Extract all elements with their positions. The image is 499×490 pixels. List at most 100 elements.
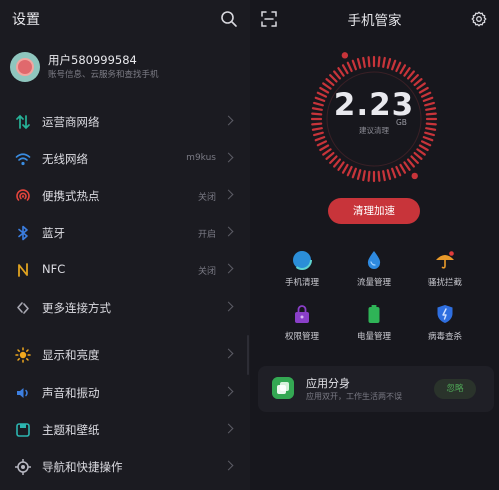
gauge-tick	[386, 169, 392, 180]
nfc-icon	[18, 263, 28, 277]
gauge-tick	[346, 61, 353, 73]
tool-label: 骚扰拦截	[427, 278, 462, 288]
tool-phone-clean[interactable]: 手机清理	[272, 250, 332, 290]
gauge-tick	[399, 163, 407, 174]
gauge-unit: GB	[396, 118, 407, 127]
tool-label: 病毒查杀	[427, 332, 462, 342]
scrollbar[interactable]	[247, 335, 249, 375]
gauge-tick	[325, 151, 335, 160]
settings-item-label: NFC	[42, 262, 66, 276]
brightness-icon	[15, 347, 31, 363]
spam-block-icon	[436, 251, 454, 269]
search-icon[interactable]	[220, 10, 238, 28]
gauge-tick	[377, 170, 381, 182]
settings-item-value: 关闭	[197, 267, 216, 277]
gauge-tick	[319, 144, 330, 152]
tool-battery[interactable]: 电量管理	[344, 304, 404, 344]
settings-title: 设置	[12, 12, 40, 28]
gauge-tick	[391, 167, 397, 179]
gauge-tick	[351, 167, 357, 179]
chevron-right-icon	[223, 423, 234, 434]
bluetooth-icon	[18, 225, 28, 241]
gear-icon[interactable]	[471, 11, 487, 27]
antivirus-icon	[437, 305, 453, 323]
gauge-tick	[325, 78, 335, 87]
settings-item-sound[interactable]: 声音和振动	[0, 375, 246, 411]
app-clone-card[interactable]: 应用分身 应用双开，工作生活两不误 忽略	[258, 366, 494, 412]
settings-item-navigation[interactable]: 导航和快捷操作	[0, 449, 246, 485]
user-name: 用户580999584	[48, 53, 137, 67]
gauge-tick	[420, 140, 432, 147]
gauge-dot	[341, 52, 349, 59]
gauge-tick	[341, 163, 349, 174]
settings-item-hotspot[interactable]: 便携式热点 关闭	[0, 178, 246, 214]
gauge-tick	[403, 67, 411, 77]
gauge-tick	[395, 61, 402, 73]
chevron-right-icon	[223, 386, 234, 397]
gauge-tick	[314, 136, 326, 142]
phone-manager-panel: 手机管家 2.23 建议清理 GB 清理加速 手机清理 流量管理 骚扰拦截 权限…	[250, 0, 499, 490]
permission-icon	[295, 305, 309, 323]
data-usage-icon	[367, 251, 381, 269]
tool-label: 流量管理	[356, 278, 391, 288]
clean-accelerate-button[interactable]: 清理加速	[328, 198, 420, 224]
gauge-tick	[367, 170, 371, 182]
settings-item-display[interactable]: 显示和亮度	[0, 337, 246, 373]
gauge-tick	[351, 59, 357, 71]
wifi-icon	[15, 153, 31, 166]
chevron-right-icon	[223, 115, 234, 126]
settings-item-nfc[interactable]: NFC 关闭	[0, 252, 246, 288]
gauge-tick	[406, 158, 415, 168]
app-clone-icon	[272, 377, 294, 399]
gauge-tick	[422, 136, 434, 142]
settings-item-value: 关闭	[197, 193, 216, 203]
gauge-tick	[391, 59, 397, 71]
gauge-tick	[337, 67, 345, 77]
settings-item-label: 更多连接方式	[42, 301, 111, 315]
chevron-right-icon	[223, 226, 234, 237]
storage-gauge[interactable]: 2.23 建议清理	[300, 45, 448, 193]
tool-label: 电量管理	[356, 332, 391, 342]
gauge-tick	[337, 161, 345, 171]
settings-item-value: m9kus	[186, 153, 216, 163]
chevron-right-icon	[223, 263, 234, 274]
gauge-tick	[413, 78, 423, 87]
account-subtitle: 账号信息、云服务和查找手机	[48, 70, 159, 80]
gauge-tick	[367, 56, 371, 68]
gauge-tick	[395, 165, 402, 177]
gauge-tick	[413, 151, 423, 160]
tool-spam-block[interactable]: 骚扰拦截	[415, 250, 475, 290]
settings-item-label: 显示和亮度	[42, 348, 100, 362]
account-profile[interactable]: 用户580999584 账号信息、云服务和查找手机	[10, 50, 240, 84]
gauge-tick	[356, 169, 362, 180]
cellular-icon	[16, 114, 30, 130]
gauge-tick	[406, 70, 415, 80]
settings-item-label: 便携式热点	[42, 189, 100, 203]
settings-item-label: 主题和壁纸	[42, 423, 100, 437]
gauge-subtitle: 建议清理	[359, 126, 389, 135]
gauge-dot	[411, 172, 418, 180]
settings-item-carrier-network[interactable]: 运营商网络	[0, 104, 246, 140]
settings-item-label: 声音和振动	[42, 386, 100, 400]
gauge-tick	[329, 74, 338, 83]
settings-panel: 设置 用户580999584 账号信息、云服务和查找手机 运营商网络 无线网络 …	[0, 0, 250, 490]
phone-manager-title: 手机管家	[347, 13, 402, 29]
tool-data-usage[interactable]: 流量管理	[344, 250, 404, 290]
tool-permission[interactable]: 权限管理	[272, 304, 332, 344]
chevron-right-icon	[223, 460, 234, 471]
settings-item-bluetooth[interactable]: 蓝牙 开启	[0, 215, 246, 251]
gauge-tick	[403, 161, 411, 171]
gauge-tick	[346, 165, 353, 177]
settings-item-more-connections[interactable]: 更多连接方式	[0, 290, 246, 326]
chevron-right-icon	[223, 301, 234, 312]
settings-item-theme[interactable]: 主题和壁纸	[0, 412, 246, 448]
gauge-tick	[410, 155, 419, 164]
settings-item-label: 无线网络	[42, 152, 88, 166]
ignore-button[interactable]: 忽略	[434, 379, 476, 399]
app-clone-title: 应用分身	[306, 377, 350, 390]
gauge-tick	[382, 56, 386, 68]
tool-label: 手机清理	[284, 278, 319, 288]
settings-item-wifi[interactable]: 无线网络 m9kus	[0, 141, 246, 177]
tool-antivirus[interactable]: 病毒查杀	[415, 304, 475, 344]
hotspot-icon	[16, 189, 30, 201]
